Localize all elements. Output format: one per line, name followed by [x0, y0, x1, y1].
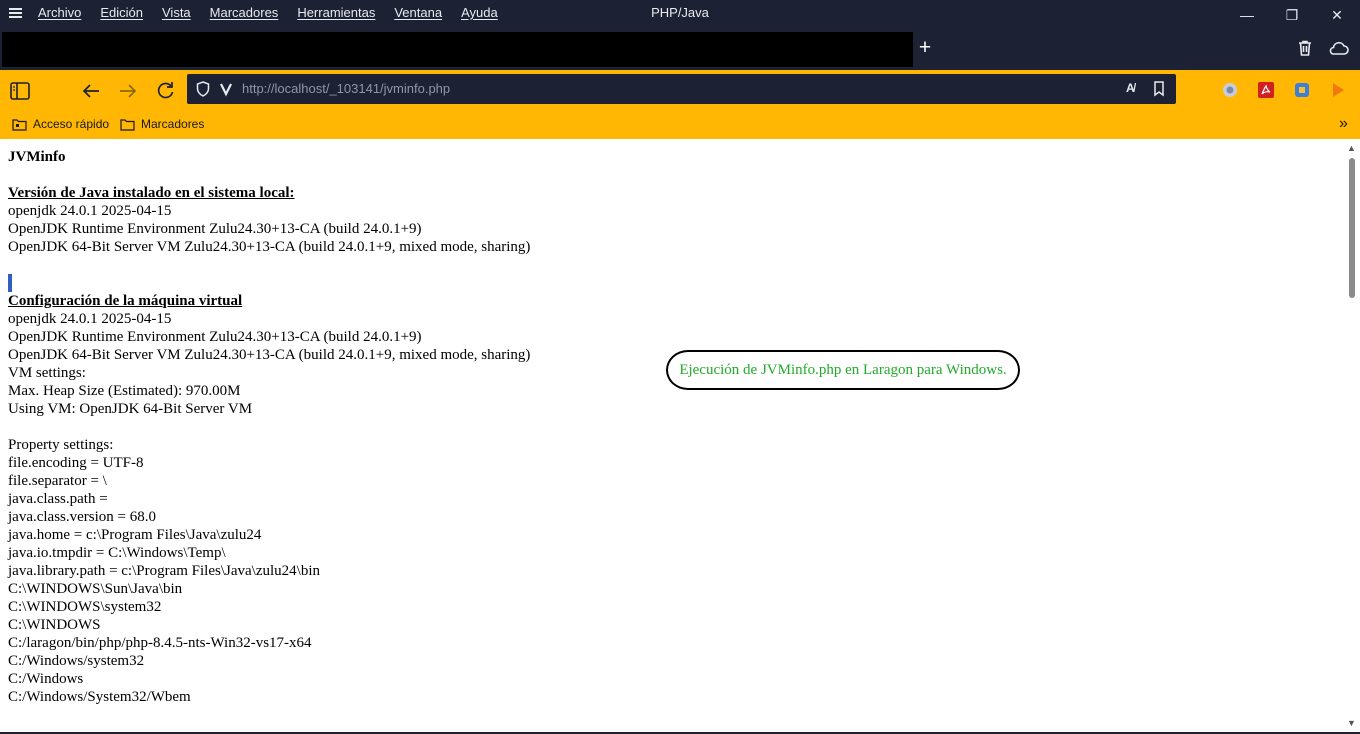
url-text[interactable]: http://localhost/_103141/jvminfo.php [242, 81, 450, 96]
text-line: openjdk 24.0.1 2025-04-15 [8, 311, 172, 327]
text-line: Max. Heap Size (Estimated): 970.00M [8, 383, 241, 399]
text-line: C:\WINDOWS\Sun\Java\bin [8, 581, 183, 597]
section-title-vm-config: Configuración de la máquina virtual [8, 293, 243, 309]
text-line: java.library.path = c:\Program Files\Jav… [8, 563, 320, 579]
text-line: file.encoding = UTF-8 [8, 455, 144, 471]
cloud-icon[interactable] [1327, 39, 1349, 57]
text-line: C:/laragon/bin/php/php-8.4.5-nts-Win32-v… [8, 635, 312, 651]
extension-icon[interactable] [1222, 82, 1238, 98]
reload-icon[interactable] [154, 80, 176, 102]
text-line: C:/Windows/system32 [8, 653, 145, 669]
menu-ventana[interactable]: Ventana [394, 5, 442, 20]
maximize-button[interactable]: ❐ [1280, 4, 1304, 26]
bookmark-label: Acceso rápido [33, 117, 110, 131]
bookmark-marcadores[interactable]: Marcadores [120, 117, 204, 131]
tab-bar: + [0, 31, 1360, 70]
annotation-callout: Ejecución de JVMinfo.php en Laragon para… [666, 350, 1020, 390]
bookmarks-overflow-button[interactable]: » [1339, 115, 1348, 133]
back-icon[interactable] [80, 80, 102, 102]
text-line: Property settings: [8, 437, 114, 453]
text-line: java.io.tmpdir = C:\Windows\Temp\ [8, 545, 226, 561]
hamburger-menu-icon[interactable] [9, 8, 22, 18]
text-line: OpenJDK 64-Bit Server VM Zulu24.30+13-CA… [8, 347, 531, 363]
address-bar[interactable]: http://localhost/_103141/jvminfo.php A̸ [187, 74, 1176, 104]
text-line: C:/Windows/System32/Wbem [8, 689, 191, 705]
page-content: JVMinfo Versión de Java instalado en el … [0, 140, 1344, 734]
menu-vista[interactable]: Vista [162, 5, 191, 20]
active-tab[interactable] [2, 32, 913, 67]
extension-icon[interactable] [1330, 82, 1346, 98]
text-line: Using VM: OpenJDK 64-Bit Server VM [8, 401, 253, 417]
text-line: OpenJDK 64-Bit Server VM Zulu24.30+13-CA… [8, 239, 531, 255]
text-line: VM settings: [8, 365, 86, 381]
bookmark-icon[interactable] [1153, 81, 1165, 97]
close-button[interactable]: ✕ [1325, 4, 1349, 26]
folder-icon [12, 118, 27, 131]
bookmark-acceso-rapido[interactable]: Acceso rápido [12, 117, 109, 131]
text-line: file.separator = \ [8, 473, 107, 489]
menu-bar: Archivo Edición Vista Marcadores Herrami… [38, 5, 517, 20]
text-line: java.class.path = [8, 491, 108, 507]
text-line: java.home = c:\Program Files\Java\zulu24 [8, 527, 262, 543]
text-line: openjdk 24.0.1 2025-04-15 [8, 203, 172, 219]
title-bar: Archivo Edición Vista Marcadores Herrami… [0, 0, 1360, 31]
text-line: OpenJDK Runtime Environment Zulu24.30+13… [8, 221, 422, 237]
scroll-up-arrow-icon[interactable]: ▲ [1347, 143, 1356, 153]
section-title-java-version: Versión de Java instalado en el sistema … [8, 185, 295, 201]
pdf-extension-icon[interactable] [1258, 82, 1274, 98]
text-line: OpenJDK Runtime Environment Zulu24.30+13… [8, 329, 422, 345]
forward-icon[interactable] [117, 80, 139, 102]
menu-ayuda[interactable]: Ayuda [461, 5, 498, 20]
page-heading: JVMinfo [8, 149, 66, 165]
bookmarks-bar: Acceso rápido Marcadores » [0, 110, 1360, 139]
minimize-button[interactable]: — [1235, 4, 1259, 26]
folder-icon [120, 118, 135, 131]
new-tab-icon[interactable]: + [914, 37, 936, 59]
menu-marcadores[interactable]: Marcadores [210, 5, 279, 20]
scrollbar-thumb[interactable] [1349, 158, 1355, 298]
translate-icon[interactable]: A̸ [1126, 81, 1135, 95]
text-line: C:\WINDOWS [8, 617, 101, 633]
vivaldi-icon [220, 83, 232, 97]
text-line: java.class.version = 68.0 [8, 509, 157, 525]
shield-icon[interactable] [196, 81, 210, 97]
text-cursor-marker [8, 274, 12, 292]
menu-archivo[interactable]: Archivo [38, 5, 81, 20]
trash-icon[interactable] [1296, 39, 1314, 57]
menu-edicion[interactable]: Edición [100, 5, 143, 20]
text-line: C:/Windows [8, 671, 84, 687]
bookmark-label: Marcadores [141, 117, 205, 131]
vertical-scrollbar[interactable]: ▲ ▼ [1344, 140, 1360, 734]
annotation-text: Ejecución de JVMinfo.php en Laragon para… [679, 362, 1007, 378]
scroll-down-arrow-icon[interactable]: ▼ [1347, 718, 1356, 728]
extension-icon[interactable] [1294, 82, 1310, 98]
text-line: C:\WINDOWS\system32 [8, 599, 162, 615]
sidebar-toggle-icon[interactable] [9, 80, 31, 102]
navigation-bar: http://localhost/_103141/jvminfo.php A̸ [0, 70, 1360, 110]
menu-herramientas[interactable]: Herramientas [297, 5, 375, 20]
